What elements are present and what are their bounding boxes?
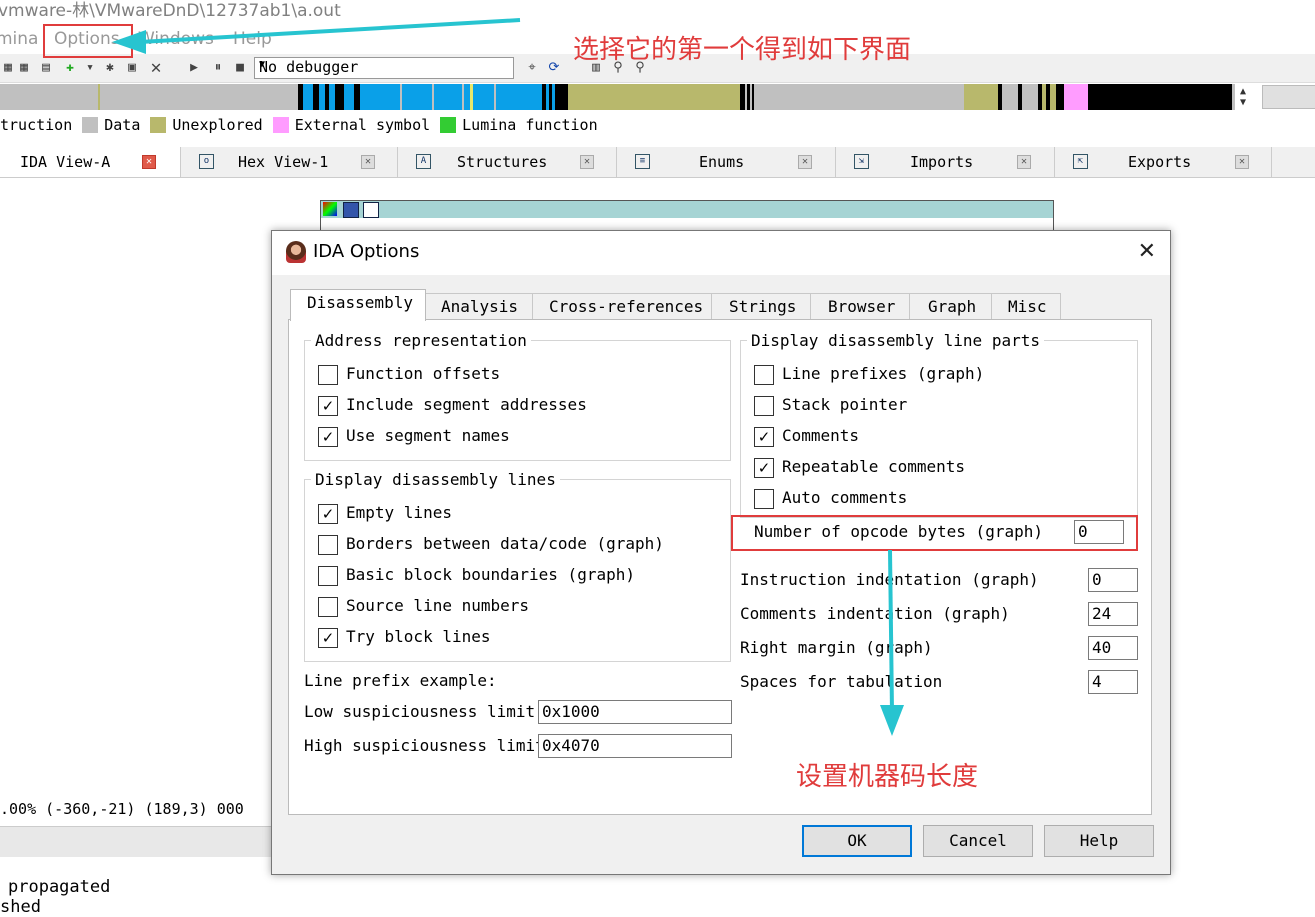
arrow-line xyxy=(139,18,521,44)
annotation-arrows xyxy=(112,18,904,736)
tab-disassembly[interactable]: Disassembly xyxy=(290,289,426,321)
annotation-bottom-note: 设置机器码长度 xyxy=(796,762,979,792)
arrow-head xyxy=(112,30,146,54)
arrow-head xyxy=(880,705,904,736)
tab-label: Disassembly xyxy=(307,293,413,312)
annotation-top-note: 选择它的第一个得到如下界面 xyxy=(573,35,912,65)
arrow-line xyxy=(888,549,894,713)
